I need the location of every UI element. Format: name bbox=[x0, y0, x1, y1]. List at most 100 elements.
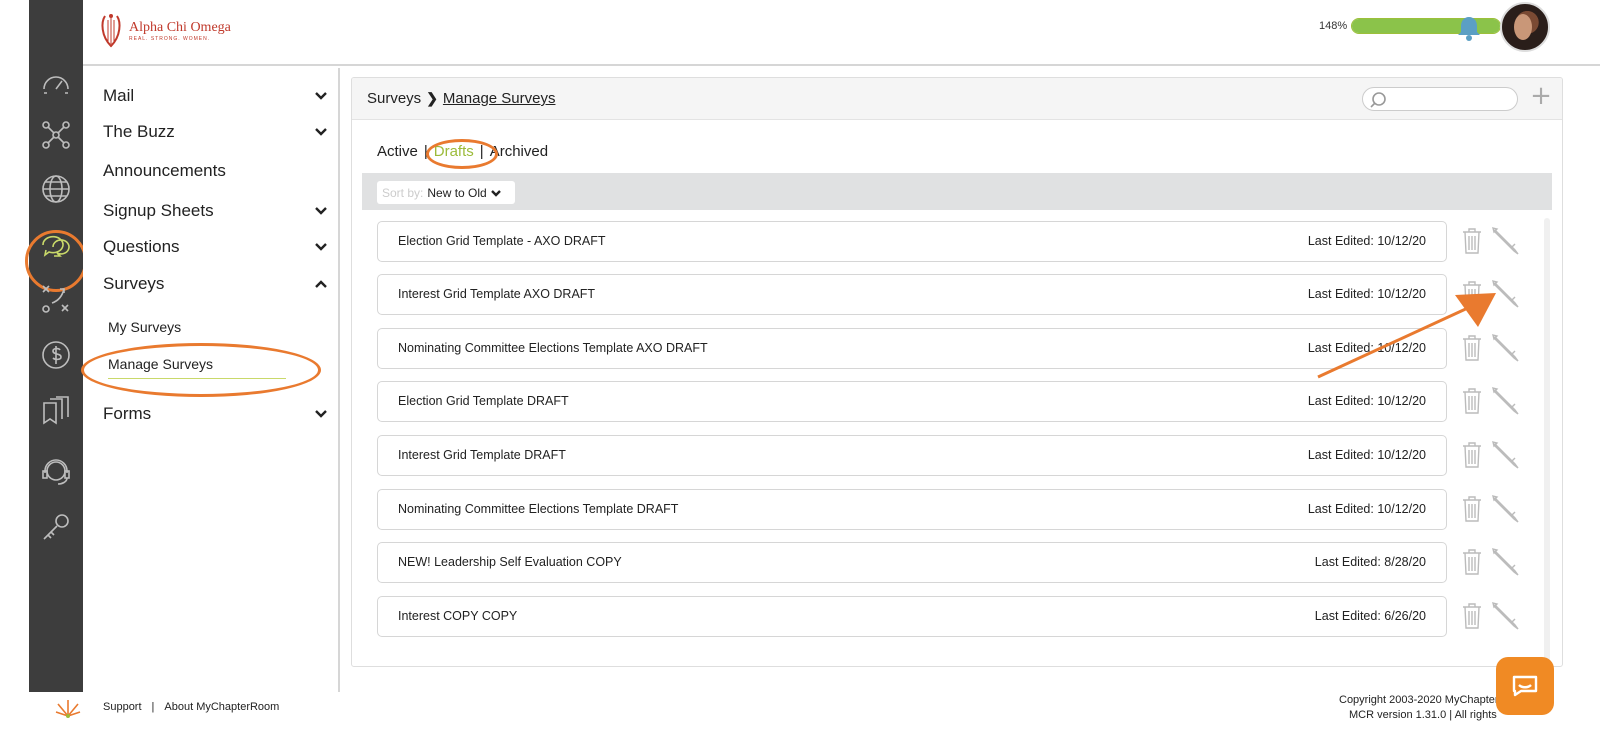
dashboard-icon[interactable] bbox=[37, 64, 75, 102]
subnav-item-label: The Buzz bbox=[103, 122, 175, 141]
subnav-item-announcements[interactable]: Announcements bbox=[103, 161, 328, 181]
breadcrumb-root[interactable]: Surveys bbox=[367, 90, 421, 107]
survey-title: Interest Grid Template DRAFT bbox=[398, 448, 566, 462]
subnav-item-surveys[interactable]: Surveys bbox=[103, 274, 328, 294]
footer-support-link[interactable]: Support bbox=[103, 701, 142, 713]
survey-title: Interest COPY COPY bbox=[398, 609, 518, 623]
version-text: MCR version 1.31.0 | All rights bbox=[1349, 709, 1497, 721]
footer: Support | About MyChapterRoom Copyright … bbox=[0, 692, 1600, 729]
lyre-icon bbox=[101, 14, 121, 48]
survey-last-edited: Last Edited: 10/12/20 bbox=[1307, 394, 1426, 408]
top-header: Alpha Chi Omega REAL. STRONG. WOMEN. 148… bbox=[83, 0, 1600, 66]
survey-title: Nominating Committee Elections Template … bbox=[398, 341, 708, 355]
globe-icon[interactable] bbox=[37, 170, 75, 208]
subnav-item-the-buzz[interactable]: The Buzz bbox=[103, 122, 328, 142]
survey-row[interactable]: Election Grid Template - AXO DRAFT Last E… bbox=[377, 221, 1447, 262]
subnav-item-signup-sheets[interactable]: Signup Sheets bbox=[103, 201, 328, 221]
trash-icon[interactable] bbox=[1461, 548, 1483, 576]
subnav-item-label: Signup Sheets bbox=[103, 201, 214, 220]
subnav-item-forms[interactable]: Forms bbox=[103, 404, 328, 424]
brand-tagline: REAL. STRONG. WOMEN. bbox=[129, 36, 211, 42]
key-icon[interactable] bbox=[37, 508, 75, 546]
trash-icon[interactable] bbox=[1461, 495, 1483, 523]
mychapterroom-logo bbox=[55, 700, 81, 718]
pencil-icon[interactable] bbox=[1491, 601, 1521, 631]
trash-icon[interactable] bbox=[1461, 387, 1483, 415]
survey-title: Nominating Committee Elections Template … bbox=[398, 502, 679, 516]
icon-rail bbox=[25, 0, 87, 692]
subnav-item-label: Mail bbox=[103, 86, 135, 105]
trash-icon[interactable] bbox=[1461, 227, 1483, 255]
pencil-icon[interactable] bbox=[1491, 386, 1521, 416]
subnav-my-surveys[interactable]: My Surveys bbox=[108, 319, 181, 335]
subnav-item-label: Questions bbox=[103, 237, 180, 256]
survey-title: NEW! Leadership Self Evaluation COPY bbox=[398, 555, 622, 569]
tab-active[interactable]: Active bbox=[377, 143, 418, 160]
subnav-item-label: Forms bbox=[103, 404, 152, 423]
progress-label: 148% bbox=[1319, 20, 1348, 32]
breadcrumb-current[interactable]: Manage Surveys bbox=[443, 90, 556, 107]
survey-row[interactable]: Nominating Committee Elections Template … bbox=[377, 489, 1447, 530]
survey-row[interactable]: Interest Grid Template AXO DRAFT Last Edi… bbox=[377, 274, 1447, 315]
brand-logo[interactable]: Alpha Chi Omega REAL. STRONG. WOMEN. bbox=[99, 10, 231, 52]
annotation-arrow bbox=[1317, 293, 1496, 379]
survey-row[interactable]: NEW! Leadership Self Evaluation COPY Last… bbox=[377, 542, 1447, 583]
footer-links: Support | About MyChapterRoom bbox=[103, 701, 279, 713]
strategy-icon[interactable] bbox=[37, 280, 75, 318]
pencil-icon[interactable] bbox=[1491, 226, 1521, 256]
survey-row[interactable]: Interest COPY COPY Last Edited: 6/26/20 bbox=[377, 596, 1447, 637]
chevron-down-icon bbox=[315, 92, 327, 100]
chevron-down-icon bbox=[315, 128, 327, 136]
survey-row[interactable]: Election Grid Template DRAFT Last Edited:… bbox=[377, 381, 1447, 422]
chevron-down-icon bbox=[315, 243, 327, 251]
survey-title: Election Grid Template - AXO DRAFT bbox=[398, 234, 606, 248]
search-input[interactable] bbox=[1362, 87, 1518, 111]
trash-icon[interactable] bbox=[1461, 602, 1483, 630]
survey-last-edited: Last Edited: 10/12/20 bbox=[1307, 448, 1426, 462]
breadcrumb: Surveys ❯ Manage Surveys bbox=[367, 90, 555, 107]
chevron-down-icon bbox=[315, 207, 327, 215]
sort-bar: Sort by: New to Old bbox=[362, 173, 1552, 210]
chevron-down-icon bbox=[490, 189, 501, 197]
add-survey-button[interactable]: + bbox=[1530, 83, 1552, 109]
scrollbar[interactable] bbox=[1544, 218, 1550, 663]
subnav-item-questions[interactable]: Questions bbox=[103, 237, 328, 257]
pencil-icon[interactable] bbox=[1491, 547, 1521, 577]
survey-last-edited: Last Edited: 8/28/20 bbox=[1314, 555, 1426, 569]
chat-bubble-icon bbox=[1512, 675, 1538, 697]
subnav-item-mail[interactable]: Mail bbox=[103, 86, 328, 106]
documents-icon[interactable] bbox=[37, 392, 75, 430]
manage-surveys-highlight bbox=[81, 343, 321, 397]
survey-row[interactable]: Nominating Committee Elections Template … bbox=[377, 328, 1447, 369]
subnav-item-label: Surveys bbox=[103, 274, 165, 293]
survey-last-edited: Last Edited: 6/26/20 bbox=[1314, 609, 1426, 623]
secondary-nav: Mail The Buzz Announcements Signup Sheet… bbox=[81, 68, 340, 692]
pencil-icon[interactable] bbox=[1491, 494, 1521, 524]
copyright-text: Copyright 2003-2020 MyChapter bbox=[1339, 694, 1499, 706]
search-icon bbox=[1370, 92, 1386, 108]
support-icon[interactable] bbox=[37, 452, 75, 490]
sort-select[interactable]: Sort by: New to Old bbox=[377, 181, 515, 204]
footer-separator: | bbox=[151, 701, 155, 713]
sort-label: Sort by: bbox=[382, 185, 424, 200]
bell-icon[interactable] bbox=[1455, 14, 1483, 42]
chat-button[interactable] bbox=[1496, 657, 1554, 715]
survey-title: Election Grid Template DRAFT bbox=[398, 394, 569, 408]
sort-value: New to Old bbox=[427, 185, 487, 200]
pencil-icon[interactable] bbox=[1491, 440, 1521, 470]
network-icon[interactable] bbox=[37, 116, 75, 154]
trash-icon[interactable] bbox=[1461, 441, 1483, 469]
avatar[interactable] bbox=[1500, 2, 1550, 52]
chevron-down-icon bbox=[315, 410, 327, 418]
chevron-up-icon bbox=[315, 280, 327, 288]
tab-archived[interactable]: Archived bbox=[490, 143, 548, 160]
survey-last-edited: Last Edited: 10/12/20 bbox=[1307, 502, 1426, 516]
panel-header: Surveys ❯ Manage Surveys + bbox=[352, 78, 1562, 120]
finance-icon[interactable] bbox=[37, 336, 75, 374]
survey-last-edited: Last Edited: 10/12/20 bbox=[1307, 234, 1426, 248]
survey-title: Interest Grid Template AXO DRAFT bbox=[398, 287, 596, 301]
subnav-item-label: Announcements bbox=[103, 161, 226, 180]
survey-row[interactable]: Interest Grid Template DRAFT Last Edited:… bbox=[377, 435, 1447, 476]
app-window: Alpha Chi Omega REAL. STRONG. WOMEN. 148… bbox=[0, 0, 1600, 729]
footer-about-link[interactable]: About MyChapterRoom bbox=[164, 701, 279, 713]
